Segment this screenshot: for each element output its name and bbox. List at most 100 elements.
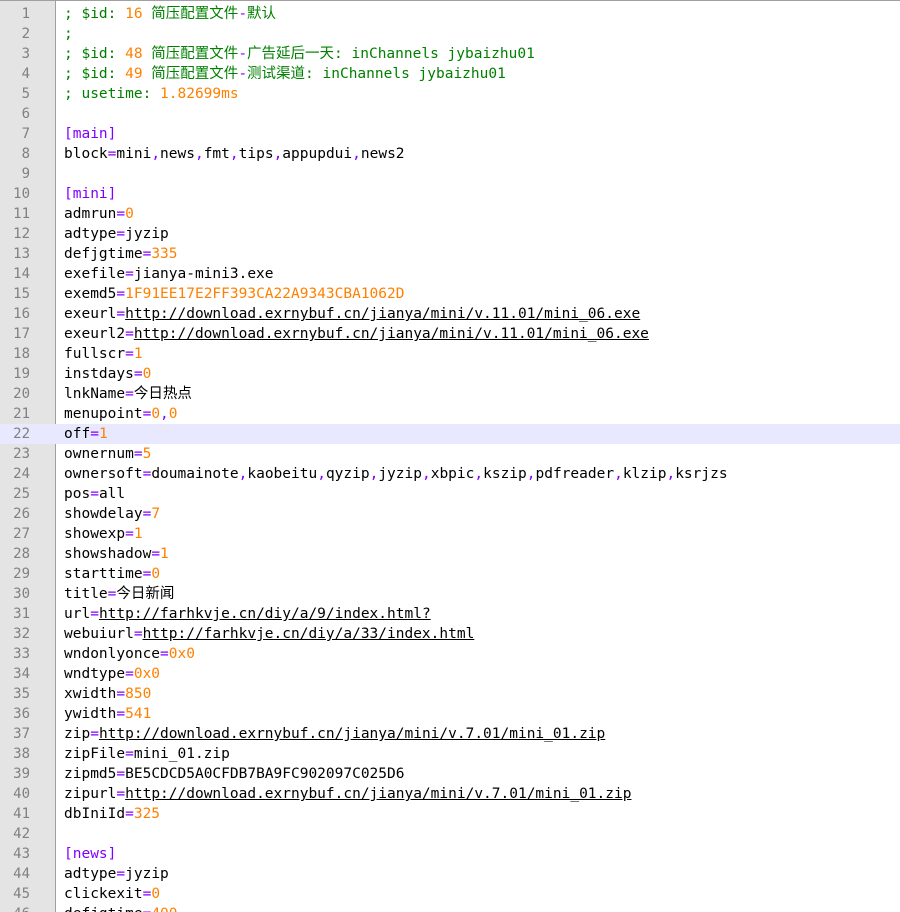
code-token: = xyxy=(133,446,143,462)
code-line[interactable]: 21 menupoint=0,0 xyxy=(0,404,900,424)
code-line[interactable]: 41 dbIniId=325 xyxy=(0,804,900,824)
line-number: 30 xyxy=(13,586,30,602)
code-link[interactable]: http://farhkvje.cn/diy/a/33/index.html xyxy=(143,626,475,642)
code-token: jianya-mini3.exe xyxy=(133,266,274,282)
code-line[interactable]: 34 wndtype=0x0 xyxy=(0,664,900,684)
code-line[interactable]: 44 adtype=jyzip xyxy=(0,864,900,884)
line-number: 39 xyxy=(13,766,30,782)
code-line[interactable]: 11 admrun=0 xyxy=(0,204,900,224)
code-line[interactable]: 46 defjgtime=400 xyxy=(0,904,900,912)
code-text: defjgtime=400 xyxy=(64,904,178,912)
code-token: 7 xyxy=(151,506,161,522)
code-token: admrun xyxy=(64,206,117,222)
code-line[interactable]: 25 pos=all xyxy=(0,484,900,504)
code-token: = xyxy=(90,606,99,622)
code-line[interactable]: 13 defjgtime=335 xyxy=(0,244,900,264)
code-token: = xyxy=(142,466,152,482)
code-line[interactable]: 28 showshadow=1 xyxy=(0,544,900,564)
code-token: , xyxy=(666,466,676,482)
code-line[interactable]: 23 ownernum=5 xyxy=(0,444,900,464)
code-line[interactable]: 33 wndonlyonce=0x0 xyxy=(0,644,900,664)
code-token: 0 xyxy=(151,406,161,422)
code-token: off xyxy=(64,426,91,442)
line-number: 46 xyxy=(0,904,30,912)
code-link[interactable]: http://download.exrnybuf.cn/jianya/mini/… xyxy=(99,726,605,742)
code-text: zip=http://download.exrnybuf.cn/jianya/m… xyxy=(64,724,605,744)
code-text: adtype=jyzip xyxy=(64,864,169,884)
code-text: instdays=0 xyxy=(64,364,151,384)
code-text: ywidth=541 xyxy=(64,704,151,724)
code-line[interactable]: 30 title=今日新闻 xyxy=(0,584,900,604)
code-token: news xyxy=(160,146,195,162)
code-token: 400 xyxy=(151,906,177,912)
code-line[interactable]: 42 xyxy=(0,824,900,844)
code-line[interactable]: 14 exefile=jianya-mini3.exe xyxy=(0,264,900,284)
code-link[interactable]: http://farhkvje.cn/diy/a/9/index.html? xyxy=(99,606,431,622)
code-line[interactable]: 6 xyxy=(0,104,900,124)
code-line[interactable]: 20 lnkName=今日热点 xyxy=(0,384,900,404)
code-token: fullscr xyxy=(64,346,126,362)
code-text: clickexit=0 xyxy=(64,884,160,904)
code-line[interactable]: 1 ; $id: 16 简压配置文件-默认 xyxy=(0,4,900,24)
code-text: fullscr=1 xyxy=(64,344,143,364)
code-link[interactable]: http://download.exrnybuf.cn/jianya/mini/… xyxy=(125,306,640,322)
code-line[interactable]: 9 xyxy=(0,164,900,184)
code-line[interactable]: 32 webuiurl=http://farhkvje.cn/diy/a/33/i… xyxy=(0,624,900,644)
line-number: 20 xyxy=(13,386,30,402)
code-line[interactable]: 39 zipmd5=BE5CDCD5A0CFDB7BA9FC902097C025D… xyxy=(0,764,900,784)
code-line[interactable]: 29 starttime=0 xyxy=(0,564,900,584)
code-token: = xyxy=(142,566,152,582)
code-line[interactable]: 2; xyxy=(0,24,900,44)
code-token: = xyxy=(142,506,152,522)
code-token: ksrjzs xyxy=(675,466,728,482)
code-line[interactable]: 40 zipurl=http://download.exrnybuf.cn/jia… xyxy=(0,784,900,804)
code-line[interactable]: 7 [main] xyxy=(0,124,900,144)
code-line[interactable]: 43 [news] xyxy=(0,844,900,864)
code-line[interactable]: 18 fullscr=1 xyxy=(0,344,900,364)
code-token: - xyxy=(238,6,248,22)
code-token: 简压配置文件 xyxy=(142,6,239,22)
line-number: 24 xyxy=(13,466,30,482)
code-token: doumainote xyxy=(151,466,239,482)
code-line[interactable]: 27 showexp=1 xyxy=(0,524,900,544)
code-token: zipFile xyxy=(64,746,126,762)
code-token: , xyxy=(273,146,283,162)
code-token: block xyxy=(64,146,108,162)
line-number: 36 xyxy=(13,706,30,722)
code-line[interactable]: 31 url=http://farhkvje.cn/diy/a/9/index.h… xyxy=(0,604,900,624)
code-line[interactable]: 16 exeurl=http://download.exrnybuf.cn/jia… xyxy=(0,304,900,324)
code-line[interactable]: 37 zip=http://download.exrnybuf.cn/jianya… xyxy=(0,724,900,744)
line-number: 13 xyxy=(13,246,30,262)
code-line[interactable]: 3 ; $id: 48 简压配置文件-广告延后一天: inChannels jyb… xyxy=(0,44,900,64)
code-line[interactable]: 35 xwidth=850 xyxy=(0,684,900,704)
code-line[interactable]: 22 off=1 xyxy=(0,424,900,444)
code-line[interactable]: 4 ; $id: 49 简压配置文件-测试渠道: inChannels jybai… xyxy=(0,64,900,84)
code-line[interactable]: 26 showdelay=7 xyxy=(0,504,900,524)
code-line[interactable]: 19 instdays=0 xyxy=(0,364,900,384)
line-number: 8 xyxy=(21,146,30,162)
line-number: 3 xyxy=(21,46,30,62)
code-line[interactable]: 36 ywidth=541 xyxy=(0,704,900,724)
code-editor[interactable]: 1; $id: 16 简压配置文件-默认 2; 3; $id: 48 简压配置文件-… xyxy=(0,0,900,912)
code-line[interactable]: 38 zipFile=mini_01.zip xyxy=(0,744,900,764)
editor-lines[interactable]: 1; $id: 16 简压配置文件-默认 2; 3; $id: 48 简压配置文件-… xyxy=(0,4,900,912)
code-line[interactable]: 5 ; usetime: 1.82699ms xyxy=(0,84,900,104)
code-line[interactable]: 17 exeurl2=http://download.exrnybuf.cn/ji… xyxy=(0,324,900,344)
code-token: 325 xyxy=(133,806,161,822)
code-line[interactable]: 10 [mini] xyxy=(0,184,900,204)
code-token: , xyxy=(151,146,161,162)
code-token: ownersoft xyxy=(64,466,143,482)
code-line[interactable]: 24 ownersoft=doumainote,kaobeitu,qyzip,jy… xyxy=(0,464,900,484)
code-line[interactable]: 8 block=mini,news,fmt,tips,appupdui,news2 xyxy=(0,144,900,164)
code-token: = xyxy=(142,246,152,262)
code-line[interactable]: 15 exemd5=1F91EE17E2FF393CA22A9343CBA1062… xyxy=(0,284,900,304)
code-line[interactable]: 12 adtype=jyzip xyxy=(0,224,900,244)
code-token: title xyxy=(64,586,108,602)
code-line[interactable]: 45 clickexit=0 xyxy=(0,884,900,904)
code-link[interactable]: http://download.exrnybuf.cn/jianya/mini/… xyxy=(125,786,631,802)
code-token: , xyxy=(229,146,239,162)
code-text: dbIniId=325 xyxy=(64,804,160,824)
code-token: = xyxy=(133,366,143,382)
code-text: [mini] xyxy=(64,184,116,204)
code-link[interactable]: http://download.exrnybuf.cn/jianya/mini/… xyxy=(134,326,649,342)
